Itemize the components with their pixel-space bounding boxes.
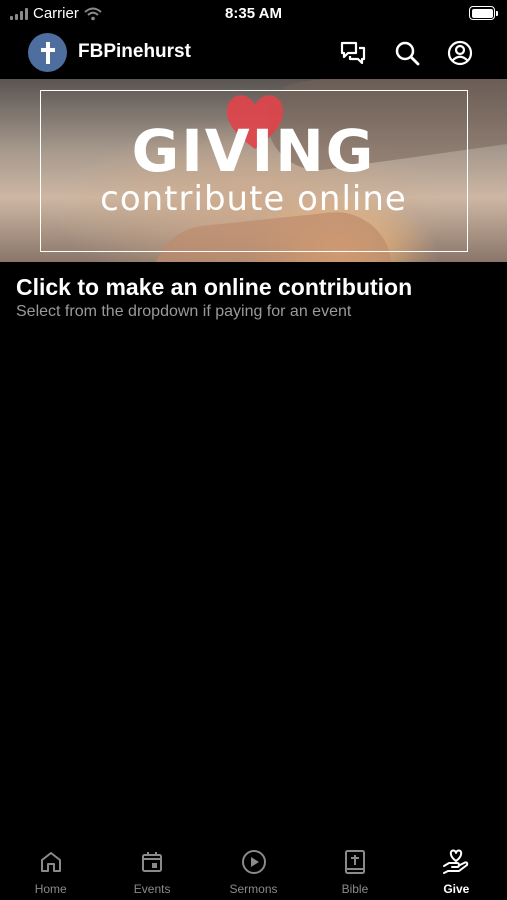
search-icon[interactable] bbox=[392, 38, 422, 68]
cross-icon bbox=[40, 41, 55, 64]
church-logo-avatar[interactable] bbox=[28, 33, 67, 72]
tab-sermons[interactable]: Sermons bbox=[203, 842, 304, 900]
app-title: FBPinehurst bbox=[78, 41, 191, 62]
battery-icon bbox=[469, 6, 498, 20]
giving-banner: GIVING contribute online bbox=[0, 79, 507, 262]
banner-subtitle: contribute online bbox=[100, 179, 407, 219]
play-circle-icon bbox=[240, 848, 268, 876]
tab-events-label: Events bbox=[133, 882, 171, 896]
tab-bible[interactable]: Bible bbox=[304, 842, 405, 900]
banner-title: GIVING bbox=[131, 117, 376, 185]
tab-home-label: Home bbox=[34, 882, 67, 896]
tab-sermons-label: Sermons bbox=[229, 882, 278, 896]
tab-give[interactable]: Give bbox=[406, 842, 507, 900]
account-icon[interactable] bbox=[445, 38, 475, 68]
give-hand-heart-icon bbox=[442, 848, 470, 876]
tab-home[interactable]: Home bbox=[0, 842, 101, 900]
bible-icon bbox=[341, 848, 369, 876]
app-header: FBPinehurst bbox=[0, 28, 507, 78]
status-bar: Carrier 8:35 AM bbox=[0, 0, 507, 28]
tab-bar: Home Events Sermons Bible Give bbox=[0, 842, 507, 900]
calendar-icon bbox=[138, 848, 166, 876]
tab-bible-label: Bible bbox=[341, 882, 369, 896]
content-subtitle: Select from the dropdown if paying for a… bbox=[16, 303, 352, 320]
status-time: 8:35 AM bbox=[225, 5, 282, 22]
home-icon bbox=[37, 848, 65, 876]
tab-give-label: Give bbox=[443, 882, 470, 896]
tab-events[interactable]: Events bbox=[101, 842, 202, 900]
screen: Carrier 8:35 AM FBPinehurst GIVING contr… bbox=[0, 0, 507, 900]
content-title[interactable]: Click to make an online contribution bbox=[16, 274, 412, 301]
messages-icon[interactable] bbox=[338, 38, 368, 68]
